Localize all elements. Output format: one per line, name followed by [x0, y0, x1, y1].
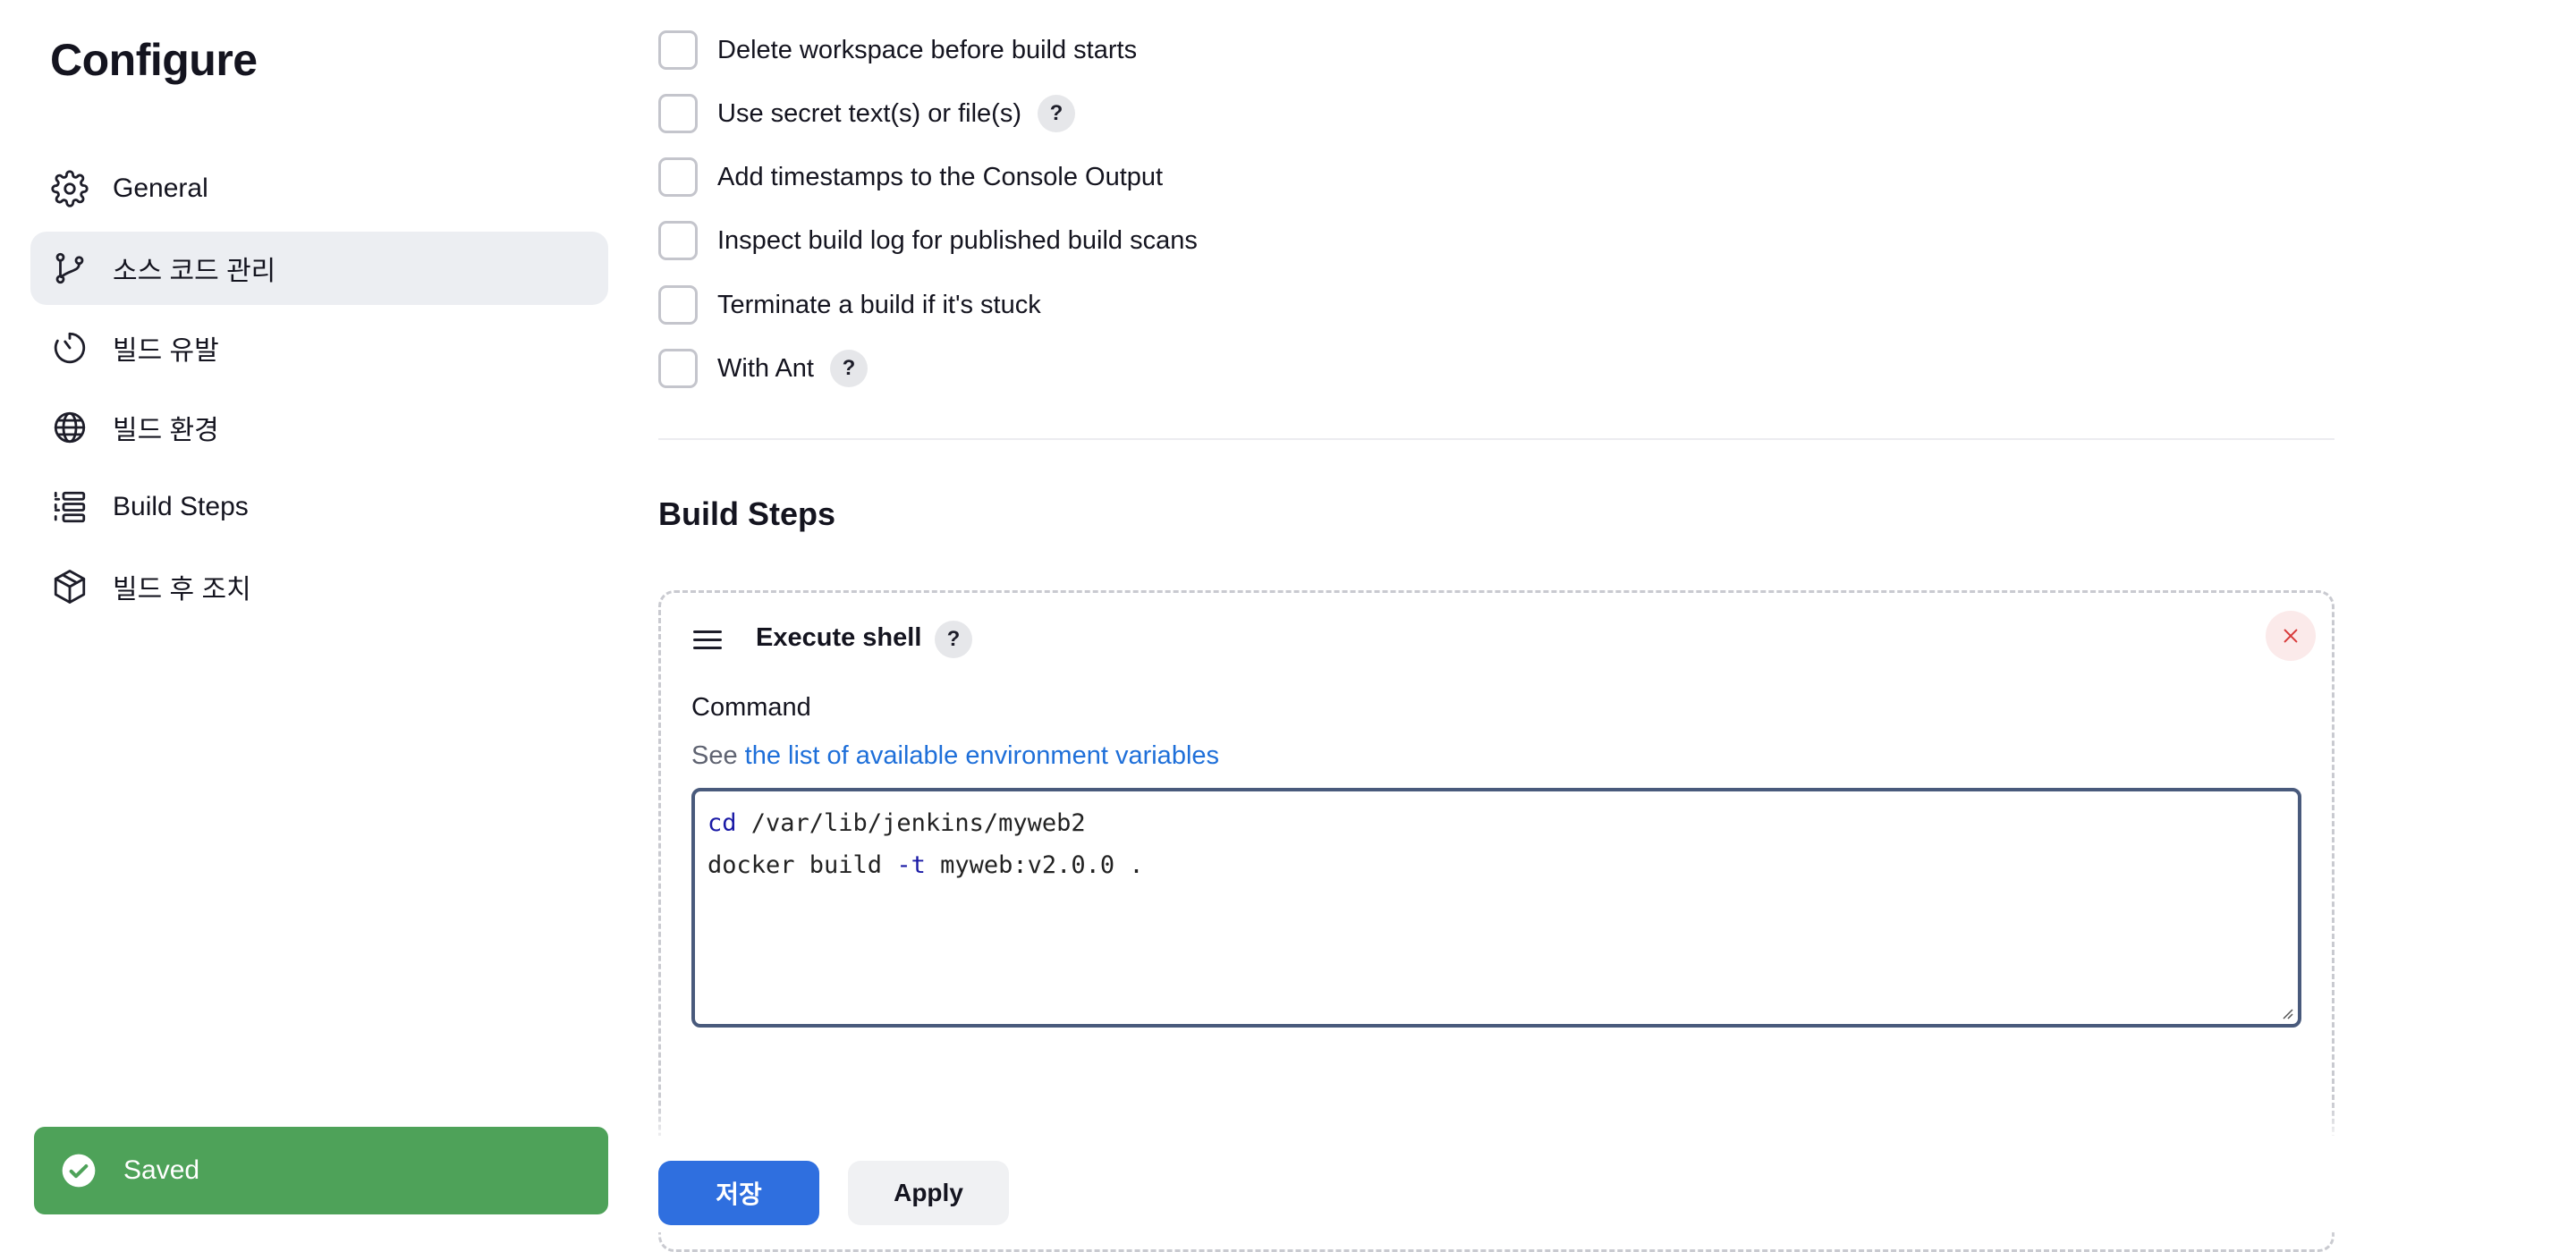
checkbox[interactable]	[658, 285, 698, 325]
option-label: Terminate a build if it's stuck	[717, 290, 1041, 319]
package-icon	[50, 567, 89, 606]
apply-button[interactable]: Apply	[848, 1161, 1009, 1225]
resize-handle-icon[interactable]	[2280, 1006, 2294, 1020]
code-keyword: -t	[896, 851, 926, 879]
clock-icon	[50, 328, 89, 368]
option-label: Inspect build log for published build sc…	[717, 225, 1198, 255]
option-label: Add timestamps to the Console Output	[717, 162, 1164, 191]
sidebar-item-source-code[interactable]: 소스 코드 관리	[30, 232, 608, 305]
sidebar-item-label: 소스 코드 관리	[113, 257, 276, 286]
help-icon[interactable]: ?	[935, 621, 972, 658]
option-label: Delete workspace before build starts	[717, 35, 1138, 64]
command-textarea[interactable]: cd /var/lib/jenkins/myweb2 docker build …	[691, 788, 2301, 1028]
option-secret-text: Use secret text(s) or file(s) ?	[658, 93, 1075, 134]
toast-label: Saved	[123, 1155, 200, 1185]
main-content: Delete workspace before build starts Use…	[658, 0, 2336, 1252]
bottom-action-bar: 저장 Apply	[644, 1136, 2576, 1232]
option-label: Use secret text(s) or file(s)	[717, 98, 1021, 128]
option-terminate-stuck: Terminate a build if it's stuck	[658, 284, 1041, 326]
sidebar-item-build-environment[interactable]: 빌드 환경	[30, 391, 608, 464]
sidebar-item-build-triggers[interactable]: 빌드 유발	[30, 311, 608, 385]
sidebar-item-post-build[interactable]: 빌드 후 조치	[30, 550, 608, 623]
sidebar-item-label: 빌드 환경	[113, 416, 219, 445]
option-timestamps: Add timestamps to the Console Output	[658, 156, 1163, 198]
sidebar-nav: General 소스 코드 관리 빌드 유발 빌드 환경 Build Steps…	[30, 152, 608, 630]
command-label: Command	[691, 693, 811, 722]
sidebar-item-label: 빌드 유발	[113, 336, 219, 366]
close-icon	[2284, 629, 2298, 643]
sidebar-item-label: General	[113, 173, 208, 203]
sidebar-item-general[interactable]: General	[30, 152, 608, 225]
sidebar-item-label: 빌드 후 조치	[113, 575, 251, 605]
drag-handle-icon[interactable]	[693, 630, 722, 652]
code-keyword: cd	[708, 809, 737, 837]
saved-toast: Saved	[34, 1127, 608, 1214]
checkbox[interactable]	[658, 30, 698, 70]
checkbox[interactable]	[658, 349, 698, 388]
check-circle-icon	[62, 1154, 96, 1188]
gear-icon	[50, 169, 89, 208]
globe-icon	[50, 408, 89, 447]
code-text: myweb:v2.0.0 .	[925, 851, 1144, 879]
env-vars-link[interactable]: the list of available environment variab…	[745, 741, 1219, 770]
help-icon[interactable]: ?	[830, 350, 868, 387]
option-delete-workspace: Delete workspace before build starts	[658, 30, 1137, 71]
code-line: docker build -t myweb:v2.0.0 .	[708, 844, 2285, 886]
code-line: cd /var/lib/jenkins/myweb2	[708, 802, 2285, 844]
checkbox[interactable]	[658, 157, 698, 197]
code-text: /var/lib/jenkins/myweb2	[736, 809, 1086, 837]
save-button[interactable]: 저장	[658, 1161, 819, 1225]
option-with-ant: With Ant ?	[658, 348, 868, 389]
section-divider	[658, 438, 2334, 440]
step-title: Execute shell	[756, 623, 922, 652]
see-prefix: See	[691, 741, 738, 770]
sidebar-item-build-steps[interactable]: Build Steps	[30, 470, 608, 544]
help-icon[interactable]: ?	[1038, 95, 1075, 132]
delete-step-button[interactable]	[2266, 611, 2316, 661]
branch-icon	[50, 249, 89, 288]
option-label: With Ant	[717, 353, 814, 383]
env-vars-hint: See the list of available environment va…	[691, 741, 1219, 771]
sidebar: Configure General 소스 코드 관리 빌드 유발 빌드 환경 B…	[0, 0, 644, 1232]
section-title-build-steps: Build Steps	[658, 495, 836, 532]
checkbox[interactable]	[658, 94, 698, 133]
option-inspect-build-log: Inspect build log for published build sc…	[658, 220, 1198, 261]
sidebar-item-label: Build Steps	[113, 492, 249, 521]
list-steps-icon	[50, 487, 89, 527]
page-title: Configure	[50, 35, 258, 85]
code-text: docker build	[708, 851, 897, 879]
checkbox[interactable]	[658, 221, 698, 260]
